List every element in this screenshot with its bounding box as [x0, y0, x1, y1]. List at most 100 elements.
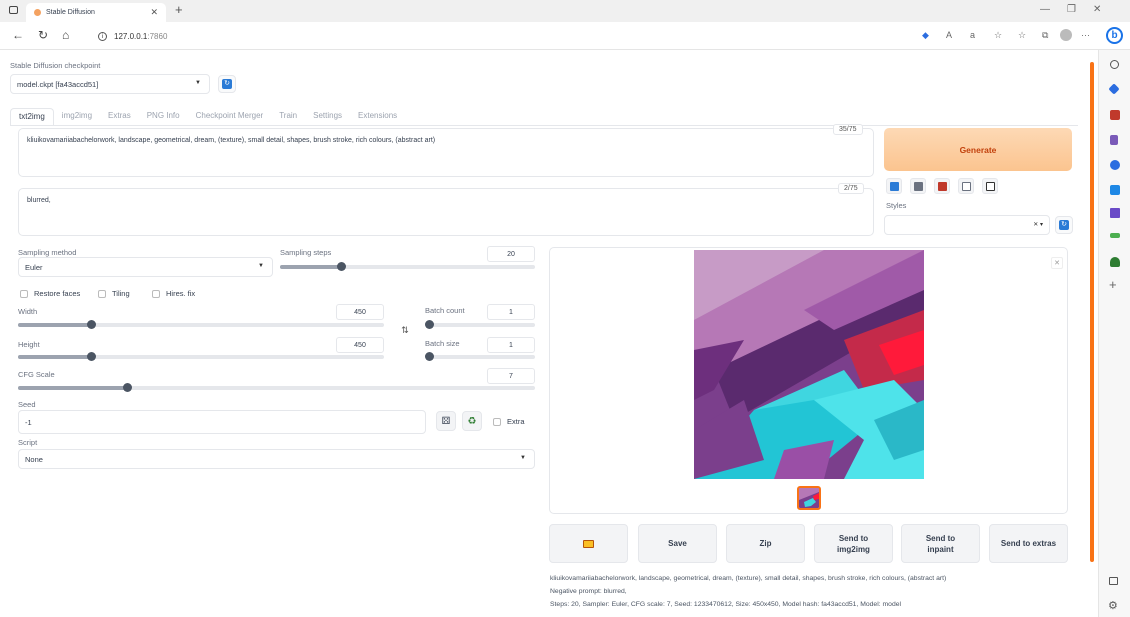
toolbox-icon[interactable]	[1110, 110, 1120, 120]
paste-params-button[interactable]	[886, 178, 902, 194]
script-select[interactable]: None ▼	[18, 449, 535, 469]
styles-select[interactable]: ✕ ▾	[884, 215, 1050, 235]
cfg-scale-slider[interactable]	[18, 383, 535, 392]
minimize-icon[interactable]: —	[1040, 4, 1050, 15]
checkbox-box[interactable]	[493, 417, 501, 426]
browser-tab[interactable]: Stable Diffusion ✕	[26, 3, 166, 22]
cfg-scale-input[interactable]: 7	[487, 368, 535, 384]
width-input[interactable]: 450	[336, 304, 384, 320]
close-window-icon[interactable]: ✕	[1093, 4, 1101, 15]
seed-input[interactable]: -1	[18, 410, 426, 434]
send-to-extras-button[interactable]: Send to extras	[989, 524, 1068, 563]
prompt-input[interactable]: kliuikovamariiabachelorwork, landscape, …	[18, 128, 874, 177]
page-scrollbar[interactable]	[1089, 55, 1095, 615]
refresh-checkpoint-button[interactable]: ↻	[218, 75, 236, 93]
drop-icon[interactable]	[1110, 233, 1120, 238]
show-extra-networks-button[interactable]	[934, 178, 950, 194]
slider-handle[interactable]	[87, 320, 96, 329]
scrollbar-thumb[interactable]	[1090, 62, 1094, 562]
swap-dimensions-button[interactable]: ⇅	[397, 325, 413, 343]
tree-icon[interactable]	[1110, 257, 1120, 267]
negative-prompt-input[interactable]: blurred,	[18, 188, 874, 236]
height-slider[interactable]	[18, 352, 384, 361]
width-slider[interactable]	[18, 320, 384, 329]
sampling-steps-slider[interactable]	[280, 262, 535, 271]
tab-extensions[interactable]: Extensions	[350, 108, 405, 126]
generate-button[interactable]: Generate	[884, 128, 1072, 171]
translate-icon[interactable]: a	[970, 30, 975, 40]
tab-settings[interactable]: Settings	[305, 108, 350, 126]
new-tab-icon[interactable]: +	[175, 2, 183, 17]
generated-image[interactable]	[694, 250, 924, 479]
profile-avatar[interactable]	[1060, 29, 1072, 41]
batch-size-input[interactable]: 1	[487, 337, 535, 353]
favorites-icon[interactable]: ☆	[1018, 30, 1026, 41]
zip-button[interactable]: Zip	[726, 524, 805, 563]
restore-icon[interactable]: ❐	[1067, 4, 1076, 15]
extension-icon[interactable]: ◆	[922, 30, 929, 41]
refresh-styles-button[interactable]: ↻	[1055, 216, 1073, 234]
tab-png-info[interactable]: PNG Info	[139, 108, 188, 126]
tab-checkpoint-merger[interactable]: Checkpoint Merger	[188, 108, 272, 126]
extra-seed-checkbox[interactable]: Extra	[493, 417, 525, 426]
tag-icon[interactable]	[1108, 83, 1120, 95]
webui-content: Stable Diffusion checkpoint model.ckpt […	[0, 50, 1088, 617]
clear-prompt-button[interactable]	[910, 178, 926, 194]
checkpoint-select[interactable]: model.ckpt [fa43accd51] ▼	[10, 74, 210, 94]
slider-handle[interactable]	[337, 262, 346, 271]
height-input[interactable]: 450	[336, 337, 384, 353]
sampling-method-select[interactable]: Euler ▼	[18, 257, 273, 277]
close-tab-icon[interactable]: ✕	[150, 7, 158, 18]
save-style-button[interactable]	[982, 178, 998, 194]
batch-count-slider[interactable]	[425, 320, 535, 329]
send-to-img2img-button[interactable]: Send to img2img	[814, 524, 893, 563]
url-port: :7860	[147, 31, 168, 41]
settings-gear-icon[interactable]: ⚙	[1108, 599, 1118, 612]
office-icon[interactable]	[1110, 160, 1120, 170]
batch-size-slider[interactable]	[425, 352, 535, 361]
site-info-icon[interactable]: i	[98, 31, 107, 41]
random-seed-button[interactable]: ⚄	[436, 411, 456, 431]
split-screen-icon[interactable]	[1109, 577, 1118, 585]
reuse-seed-button[interactable]: ♻	[462, 411, 482, 431]
tiling-checkbox[interactable]: Tiling	[98, 289, 130, 298]
seed-value: -1	[25, 417, 32, 427]
refresh-icon[interactable]: ↻	[38, 28, 48, 42]
checkbox-box[interactable]	[98, 289, 106, 298]
designer-icon[interactable]	[1110, 208, 1120, 218]
checkbox-box[interactable]	[152, 289, 160, 298]
close-gallery-icon[interactable]: ✕	[1051, 257, 1063, 269]
sampling-steps-input[interactable]: 20	[487, 246, 535, 262]
search-icon[interactable]	[1110, 60, 1119, 69]
games-icon[interactable]	[1110, 135, 1118, 145]
restore-faces-checkbox[interactable]: Restore faces	[20, 289, 80, 298]
tab-train[interactable]: Train	[271, 108, 305, 126]
bing-copilot-icon[interactable]: b	[1106, 27, 1123, 44]
favorite-add-icon[interactable]: ☆	[994, 30, 1002, 41]
tab-img2img[interactable]: img2img	[54, 108, 100, 126]
slider-handle[interactable]	[425, 352, 434, 361]
more-menu-icon[interactable]: ···	[1081, 30, 1090, 40]
gallery-thumbnail[interactable]	[797, 486, 821, 510]
slider-handle[interactable]	[123, 383, 132, 392]
save-button[interactable]: Save	[638, 524, 717, 563]
home-icon[interactable]: ⌂	[62, 28, 69, 42]
slider-handle[interactable]	[87, 352, 96, 361]
checkbox-box[interactable]	[20, 289, 28, 298]
batch-count-input[interactable]: 1	[487, 304, 535, 320]
back-icon[interactable]: ←	[12, 28, 24, 42]
read-aloud-icon[interactable]: A	[946, 30, 952, 40]
url-field[interactable]: i 127.0.0.1:7860	[90, 27, 900, 45]
hires-fix-checkbox[interactable]: Hires. fix	[152, 289, 195, 298]
add-sidebar-icon[interactable]: +	[1109, 277, 1117, 292]
open-folder-button[interactable]	[549, 524, 628, 563]
clear-and-dropdown-icon[interactable]: ✕ ▾	[1033, 221, 1043, 228]
send-to-inpaint-button[interactable]: Send to inpaint	[901, 524, 980, 563]
tab-txt2img[interactable]: txt2img	[10, 108, 54, 126]
collections-icon[interactable]: ⧉	[1042, 30, 1048, 41]
outlook-icon[interactable]	[1110, 185, 1120, 195]
tab-extras[interactable]: Extras	[100, 108, 139, 126]
tab-actions-icon[interactable]	[9, 6, 18, 14]
slider-handle[interactable]	[425, 320, 434, 329]
apply-style-button[interactable]	[958, 178, 974, 194]
